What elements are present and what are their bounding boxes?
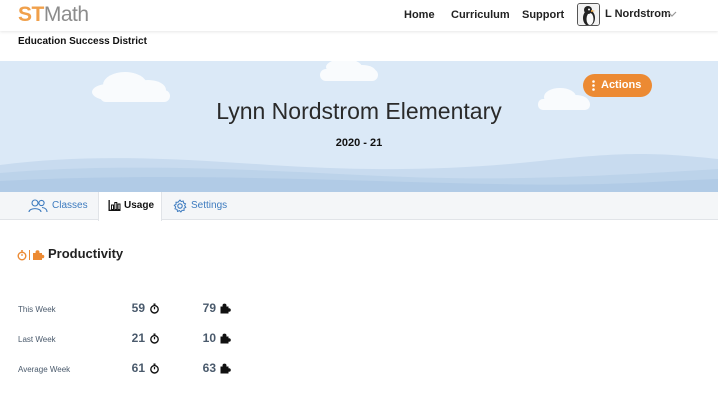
tab-classes[interactable]: Classes (18, 192, 98, 220)
user-name: L Nordstrom (605, 8, 671, 20)
tab-usage[interactable]: Usage (98, 192, 162, 221)
bar-chart-icon (108, 200, 121, 211)
tab-classes-label: Classes (52, 200, 88, 211)
avatar (577, 3, 600, 26)
puzzles-value-last-week: 10 (202, 331, 216, 345)
row-label-this-week: This Week (18, 305, 56, 314)
school-title: Lynn Nordstrom Elementary (216, 98, 502, 124)
puzzle-piece-icon (33, 250, 45, 260)
actions-button[interactable]: Actions (583, 74, 652, 97)
minutes-value-this-week: 59 (131, 301, 145, 315)
row-label-average-week: Average Week (18, 365, 71, 374)
actions-button-label: Actions (601, 79, 642, 91)
vertical-dots-icon (592, 80, 595, 91)
district-name: Education Success District (18, 36, 147, 47)
nav-home-link[interactable]: Home (404, 8, 435, 22)
tab-settings[interactable]: Settings (162, 192, 242, 220)
puzzle-piece-icon (220, 303, 231, 314)
puzzle-piece-icon (220, 333, 231, 344)
stopwatch-icon (150, 303, 159, 314)
stopwatch-icon (17, 250, 27, 261)
tab-bar: Classes Usage Settings (0, 192, 718, 221)
gear-icon (173, 199, 187, 213)
people-icon (28, 199, 48, 213)
logo-math-text: Math (43, 3, 89, 26)
top-navigation-bar: STMath Home Curriculum Support L Nordstr… (0, 0, 718, 31)
tab-usage-label: Usage (124, 200, 155, 211)
nav-curriculum-link[interactable]: Curriculum (451, 8, 510, 22)
tab-settings-label: Settings (191, 200, 228, 211)
penguin-avatar-icon (578, 4, 599, 25)
stopwatch-icon (150, 363, 159, 374)
minutes-value-average-week: 61 (131, 361, 145, 375)
chevron-down-icon[interactable] (666, 9, 678, 19)
st-math-logo[interactable]: STMath (18, 4, 89, 26)
minutes-value-last-week: 21 (131, 331, 145, 345)
productivity-header-icons (17, 250, 45, 261)
puzzles-value-this-week: 79 (202, 301, 216, 315)
puzzles-value-average-week: 63 (202, 361, 216, 375)
school-year: 2020 - 21 (335, 137, 383, 149)
productivity-title: Productivity (48, 246, 124, 261)
row-label-last-week: Last Week (18, 335, 56, 344)
nav-support-link[interactable]: Support (522, 8, 564, 22)
puzzle-piece-icon (220, 363, 231, 374)
logo-st-text: ST (18, 3, 44, 26)
stopwatch-icon (150, 333, 159, 344)
